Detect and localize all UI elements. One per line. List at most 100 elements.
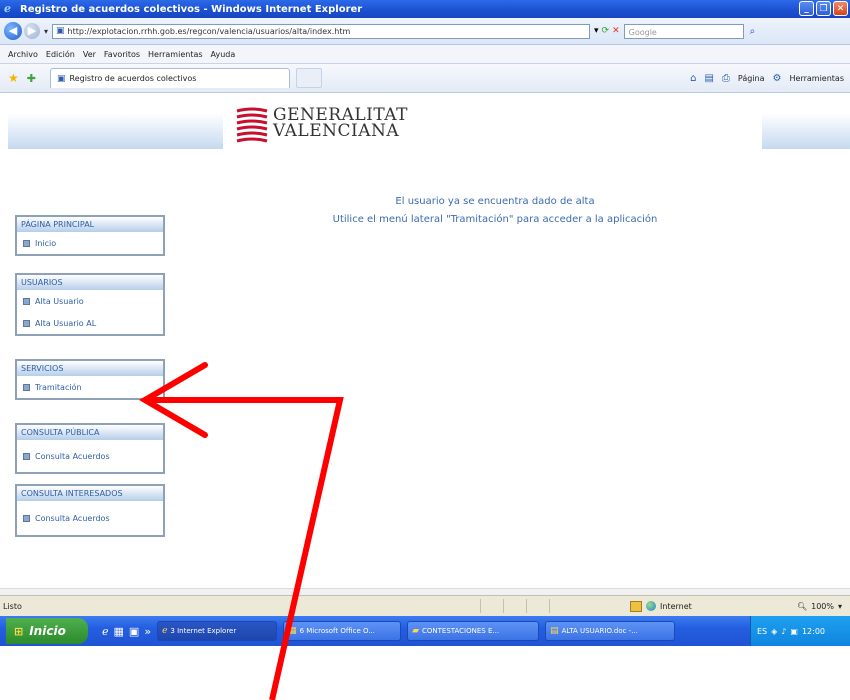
windows-taskbar: ⊞ Inicio ℯ ▦ ▣ » ℯ 3 Internet Explorer ▦… (0, 616, 850, 646)
quicklaunch-chevron-icon[interactable]: » (144, 625, 151, 638)
address-actions: ▾ ⟳ ✕ (594, 26, 620, 36)
generalitat-emblem-icon (236, 107, 268, 143)
tray-language-icon[interactable]: ES (757, 627, 767, 636)
bullet-icon (23, 239, 30, 247)
logo-line2: VALENCIANA (273, 121, 400, 141)
quicklaunch-ie-icon[interactable]: ℯ (102, 625, 109, 638)
bullet-icon (23, 452, 30, 460)
forward-button[interactable]: ▶ (24, 23, 40, 39)
sidebar-item-label: Inicio (35, 238, 57, 248)
tab-label: Registro de acuerdos colectivos (69, 73, 197, 83)
menu-edicion[interactable]: Edición (46, 50, 75, 59)
folder-task-icon: ▰ (412, 626, 419, 636)
panel-servicios: SERVICIOS Tramitación (15, 359, 165, 400)
message-line1: El usuario ya se encuentra dado de alta (395, 196, 595, 207)
tab-registro[interactable]: ▣ Registro de acuerdos colectivos (49, 68, 290, 88)
sidebar-item-tramitacion[interactable]: Tramitación (17, 376, 163, 398)
internet-explorer-icon: ℯ (4, 2, 11, 15)
window-title: Registro de acuerdos colectivos - Window… (20, 3, 363, 15)
sidebar-item-label: Alta Usuario (35, 296, 84, 306)
header-banner-left (8, 113, 223, 149)
ie-task-icon: ℯ (162, 626, 168, 636)
zoom-control[interactable]: 🔍︎ 100% ▾ (797, 602, 842, 611)
menu-ayuda[interactable]: Ayuda (211, 50, 236, 59)
panel-usuarios: USUARIOS Alta Usuario Alta Usuario AL (15, 273, 165, 336)
status-text: Listo (3, 601, 22, 611)
menu-bar: Archivo Edición Ver Favoritos Herramient… (0, 45, 850, 64)
address-dropdown-icon[interactable]: ▾ (594, 26, 599, 36)
task-contestaciones[interactable]: ▰ CONTESTACIONES E... (407, 621, 540, 641)
windows-flag-icon: ⊞ (14, 624, 24, 638)
word-task-icon: ▤ (550, 626, 559, 636)
task-microsoft-office[interactable]: ▦ 6 Microsoft Office O... (283, 621, 402, 641)
browser-window: ℯ Registro de acuerdos colectivos - Wind… (0, 0, 850, 646)
quicklaunch-office-icon[interactable]: ▦ (114, 625, 124, 638)
security-zone[interactable]: Internet (630, 600, 692, 612)
search-icon[interactable]: ⌕ (750, 26, 756, 37)
generalitat-logo: GENERALITAT VALENCIANA (235, 107, 408, 147)
close-button[interactable]: ✕ (833, 1, 848, 16)
panel-consulta-interesados: CONSULTA INTERESADOS Consulta Acuerdos (15, 484, 165, 537)
bullet-icon (23, 319, 30, 327)
window-controls: _ ❐ ✕ (799, 1, 848, 16)
task-label: 3 Internet Explorer (170, 627, 237, 635)
refresh-icon[interactable]: ⟳ (602, 26, 610, 36)
feeds-icon[interactable]: ▤ (704, 73, 713, 84)
tray-volume-icon[interactable]: ♪ (781, 627, 786, 636)
start-label: Inicio (29, 624, 66, 638)
search-input[interactable]: Google (623, 23, 744, 39)
horizontal-scrollbar[interactable] (0, 588, 850, 595)
add-favorites-icon[interactable]: ✚ (27, 72, 36, 85)
sidebar-item-alta-usuario-al[interactable]: Alta Usuario AL (17, 312, 163, 334)
recent-pages-chevron-icon[interactable]: ▾ (44, 27, 48, 36)
tools-menu[interactable]: Herramientas (790, 74, 845, 83)
zoom-level: 100% (811, 601, 834, 611)
new-tab-button[interactable] (295, 68, 322, 88)
sidebar-item-consulta-acuerdos[interactable]: Consulta Acuerdos (17, 440, 163, 472)
quicklaunch-desktop-icon[interactable]: ▣ (129, 625, 139, 638)
url-input[interactable]: ▣ http://explotacion.rrhh.gob.es/regcon/… (52, 23, 591, 39)
internet-zone-icon (646, 601, 656, 611)
minimize-button[interactable]: _ (799, 1, 814, 16)
status-message: El usuario ya se encuentra dado de alta … (280, 193, 710, 229)
start-button[interactable]: ⊞ Inicio (6, 618, 88, 644)
task-alta-usuario-doc[interactable]: ▤ ALTA USUARIO.doc -... (545, 621, 676, 641)
panel-header: USUARIOS (17, 275, 163, 290)
logo-text: GENERALITAT VALENCIANA (273, 107, 408, 141)
message-line2: Utilice el menú lateral "Tramitación" pa… (332, 214, 658, 225)
tray-app-icon[interactable]: ▣ (790, 627, 798, 636)
menu-herramientas[interactable]: Herramientas (148, 50, 203, 59)
back-button[interactable]: ◀ (4, 22, 22, 40)
menu-archivo[interactable]: Archivo (8, 50, 38, 59)
task-label: 6 Microsoft Office O... (299, 627, 375, 635)
zoom-icon: 🔍︎ (796, 601, 808, 611)
maximize-button[interactable]: ❐ (816, 1, 831, 16)
panel-header: SERVICIOS (17, 361, 163, 376)
task-internet-explorer[interactable]: ℯ 3 Internet Explorer (157, 621, 278, 641)
home-icon[interactable]: ⌂ (690, 73, 696, 84)
command-bar: ⌂ ▤ ⎙ Página ⚙ Herramientas (690, 73, 844, 84)
tray-network-icon[interactable]: ◈ (771, 627, 777, 636)
zone-label: Internet (660, 601, 692, 611)
print-icon[interactable]: ⎙ (722, 73, 730, 84)
panel-consulta-publica: CONSULTA PÚBLICA Consulta Acuerdos (15, 423, 165, 474)
url-text: http://explotacion.rrhh.gob.es/regcon/va… (67, 26, 351, 36)
menu-favoritos[interactable]: Favoritos (104, 50, 140, 59)
sidebar-item-label: Tramitación (35, 382, 82, 392)
page-content: GENERALITAT VALENCIANA El usuario ya se … (0, 93, 850, 595)
task-label: ALTA USUARIO.doc -... (561, 627, 638, 635)
bullet-icon (23, 297, 30, 305)
status-cells (480, 599, 572, 613)
page-icon: ▣ (56, 25, 65, 36)
sidebar-item-inicio[interactable]: Inicio (17, 232, 163, 254)
panel-pagina-principal: PÁGINA PRINCIPAL Inicio (15, 215, 165, 256)
sidebar-item-consulta-acuerdos-interesados[interactable]: Consulta Acuerdos (17, 501, 163, 535)
office-task-icon: ▦ (288, 626, 297, 636)
bullet-icon (23, 514, 30, 522)
tools-gear-icon: ⚙ (772, 72, 782, 84)
favorites-star-icon[interactable]: ★ (8, 71, 19, 85)
page-menu[interactable]: Página (738, 74, 765, 83)
stop-icon[interactable]: ✕ (612, 26, 620, 36)
menu-ver[interactable]: Ver (83, 50, 96, 59)
sidebar-item-alta-usuario[interactable]: Alta Usuario (17, 290, 163, 312)
